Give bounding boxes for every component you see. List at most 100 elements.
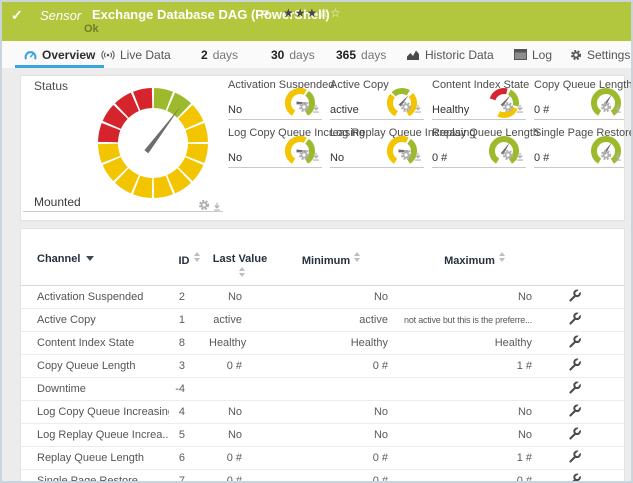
- sort-desc-icon: [86, 256, 94, 261]
- gear-icon[interactable]: [600, 100, 612, 118]
- tab-overview[interactable]: Overview: [15, 41, 104, 68]
- sensor-kind-label: Sensor: [40, 8, 81, 23]
- channel-name-cell: Activation Suspended: [21, 285, 169, 308]
- edit-channel-button[interactable]: [558, 308, 624, 331]
- wrench-icon[interactable]: [568, 385, 581, 397]
- pin-icon[interactable]: [213, 198, 221, 216]
- pin-icon[interactable]: [516, 100, 524, 118]
- wrench-icon[interactable]: [568, 362, 581, 374]
- status-gauge: [95, 85, 211, 201]
- channel-name-cell: Copy Queue Length: [21, 354, 169, 377]
- status-gauge-panel: Status Mounted Activation SuspendedNoAct…: [20, 75, 625, 221]
- table-header-id[interactable]: ID: [169, 229, 209, 285]
- gear-icon[interactable]: [198, 198, 210, 216]
- gear-icon[interactable]: [298, 148, 310, 166]
- wrench-icon[interactable]: [568, 477, 581, 483]
- pin-icon[interactable]: [414, 148, 422, 166]
- edit-channel-button[interactable]: [558, 400, 624, 423]
- gear-icon[interactable]: [600, 148, 612, 166]
- channel-gauge-cell: Log Replay Queue IncreasingNo: [330, 127, 424, 168]
- maximum-cell: No: [391, 400, 558, 423]
- edit-channel-button[interactable]: [558, 446, 624, 469]
- edit-channel-button[interactable]: [558, 377, 624, 400]
- wrench-icon[interactable]: [568, 339, 581, 351]
- status-panel-value: Mounted: [34, 195, 81, 209]
- maximum-cell: not active but this is the preferre...: [391, 308, 558, 331]
- table-row: Log Copy Queue Increasing4NoNoNo: [21, 400, 624, 423]
- gear-icon: [570, 49, 582, 61]
- gear-icon[interactable]: [400, 148, 412, 166]
- edit-channel-button[interactable]: [558, 354, 624, 377]
- chart-icon: [406, 49, 420, 61]
- gear-icon[interactable]: [502, 148, 514, 166]
- tab-settings[interactable]: Settings: [564, 41, 633, 68]
- pin-icon[interactable]: [516, 148, 524, 166]
- channel-gauge-cell: Copy Queue Length0 #: [534, 79, 624, 120]
- column-label: ID: [179, 255, 190, 267]
- pin-icon[interactable]: [614, 148, 622, 166]
- maximum-cell: No: [391, 285, 558, 308]
- channel-name-cell: Log Replay Queue Increa...: [21, 423, 169, 446]
- edit-channel-button[interactable]: [558, 423, 624, 446]
- gear-icon[interactable]: [502, 100, 514, 118]
- channel-gauge-value: 0 #: [432, 152, 447, 164]
- minimum-cell: No: [271, 400, 391, 423]
- signal-icon: [101, 49, 115, 61]
- flag-icon[interactable]: [261, 6, 269, 24]
- tab-2-days[interactable]: 2days: [195, 41, 244, 68]
- table-row: Active Copy1activeactivenot active but t…: [21, 308, 624, 331]
- channel-gauge-icons: [400, 100, 422, 118]
- last-value-cell: [209, 377, 271, 400]
- last-value-cell: No: [209, 285, 271, 308]
- channel-gauge-value: No: [330, 152, 344, 164]
- maximum-cell: 0 #: [391, 469, 558, 483]
- maximum-value: not active but this is the preferre...: [404, 315, 532, 325]
- id-cell: 6: [169, 446, 209, 469]
- tab-365-days[interactable]: 365days: [330, 41, 392, 68]
- minimum-cell: 0 #: [271, 469, 391, 483]
- tab-log[interactable]: Log: [508, 41, 558, 68]
- wrench-icon[interactable]: [568, 316, 581, 328]
- table-header-last[interactable]: Last Value: [209, 229, 271, 285]
- id-cell: 8: [169, 331, 209, 354]
- last-value-cell: No: [209, 400, 271, 423]
- table-header-min[interactable]: Minimum: [271, 229, 391, 285]
- minimum-cell: 0 #: [271, 446, 391, 469]
- channel-name-cell: Downtime: [21, 377, 169, 400]
- gear-icon[interactable]: [298, 100, 310, 118]
- id-cell: 5: [169, 423, 209, 446]
- column-label: Channel: [37, 253, 80, 265]
- gear-icon[interactable]: [400, 100, 412, 118]
- priority-stars[interactable]: ★★★☆☆: [283, 6, 342, 20]
- table-header-max[interactable]: Maximum: [391, 229, 558, 285]
- channel-gauge-value: No: [228, 152, 242, 164]
- tab-30-days[interactable]: 30days: [265, 41, 321, 68]
- tab-live-data[interactable]: Live Data: [95, 41, 177, 68]
- channel-gauge-icons: [298, 148, 320, 166]
- wrench-icon[interactable]: [568, 408, 581, 420]
- gauge-icon: [24, 49, 37, 61]
- channels-table: Channel ID Last ValueMinimumMaximum Activa…: [21, 229, 624, 483]
- table-row: Single Page Restore70 #0 #0 #: [21, 469, 624, 483]
- tab-number: 2: [201, 48, 208, 62]
- edit-channel-button[interactable]: [558, 469, 624, 483]
- wrench-icon[interactable]: [568, 431, 581, 443]
- tab-historic-data[interactable]: Historic Data: [400, 41, 500, 68]
- sensor-status-text: Ok: [84, 23, 99, 35]
- maximum-cell: No: [391, 423, 558, 446]
- pin-icon[interactable]: [414, 100, 422, 118]
- pin-icon[interactable]: [312, 100, 320, 118]
- tab-bar: OverviewLive Data 2days 30days 365days Histo…: [2, 41, 631, 68]
- tab-number: 365: [336, 48, 356, 62]
- channels-table-panel: Channel ID Last ValueMinimumMaximum Activa…: [20, 228, 625, 483]
- wrench-icon[interactable]: [568, 293, 581, 305]
- pin-icon[interactable]: [614, 100, 622, 118]
- edit-channel-button[interactable]: [558, 331, 624, 354]
- last-value-cell: 0 #: [209, 446, 271, 469]
- id-cell: 4: [169, 400, 209, 423]
- wrench-icon[interactable]: [568, 454, 581, 466]
- table-header-channel[interactable]: Channel: [21, 229, 169, 285]
- pin-icon[interactable]: [312, 148, 320, 166]
- channel-gauge-value: active: [330, 104, 359, 116]
- edit-channel-button[interactable]: [558, 285, 624, 308]
